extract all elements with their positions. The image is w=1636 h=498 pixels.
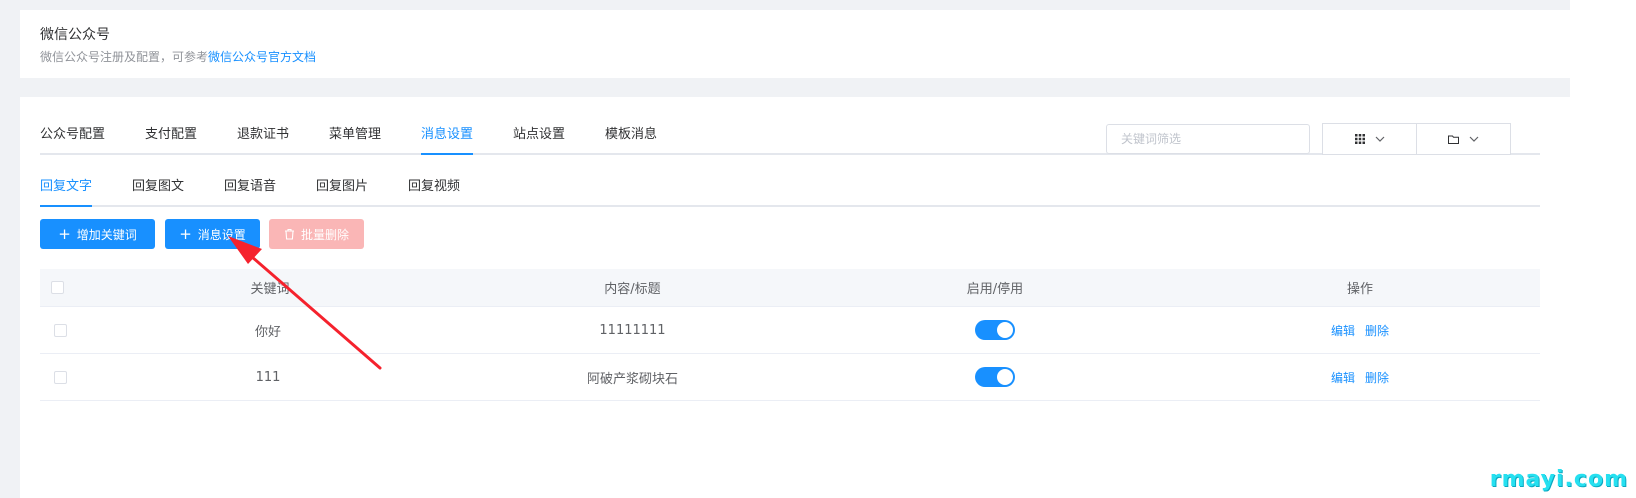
subtab-reply-video[interactable]: 回复视频 [408,175,460,205]
view-dropdown[interactable] [1322,123,1417,155]
edit-link[interactable]: 编辑 [1331,369,1355,386]
row-status [795,354,1195,400]
tab-menu-manage[interactable]: 菜单管理 [329,123,381,153]
table-row: 111 阿破产浆砌块石 编辑 删除 [40,354,1540,401]
folder-icon [1448,135,1459,144]
row-content: 阿破产浆砌块石 [586,371,678,387]
chevron-down-icon [1469,136,1479,142]
header-card: 微信公众号 微信公众号注册及配置，可参考微信公众号官方文档 [20,10,1570,78]
subtab-reply-image[interactable]: 回复图片 [316,175,368,205]
table-header: 关键词 内容/标题 启用/停用 操作 [40,269,1540,307]
trash-icon [284,228,295,240]
enable-switch[interactable] [975,320,1015,340]
main-tabs: 公众号配置 支付配置 退款证书 菜单管理 消息设置 站点设置 模板消息 [40,123,1540,155]
chevron-down-icon [1375,136,1385,142]
table-row: 你好 11111111 编辑 删除 [40,307,1540,354]
grid-icon [1354,134,1365,144]
plus-icon: + [179,224,192,243]
select-all-checkbox[interactable] [50,269,64,306]
tab-message-settings[interactable]: 消息设置 [421,123,474,155]
add-keyword-label: 增加关键词 [76,227,137,242]
row-actions: 编辑 删除 [1195,354,1525,400]
sub-tabs: 回复文字 回复图文 回复语音 回复图片 回复视频 [40,175,1540,207]
tab-template-message[interactable]: 模板消息 [605,123,657,153]
batch-delete-button[interactable]: 批量删除 [269,219,364,249]
subtab-reply-voice[interactable]: 回复语音 [224,175,276,205]
row-keyword: 你好 [254,324,281,340]
subtab-reply-news[interactable]: 回复图文 [132,175,184,205]
column-actions: 操作 [1346,282,1373,297]
tab-account-config[interactable]: 公众号配置 [40,123,105,153]
plus-icon: + [58,224,71,243]
row-keyword: 111 [255,369,281,385]
doc-link[interactable]: 微信公众号官方文档 [208,50,316,64]
column-status: 启用/停用 [966,282,1024,297]
page-edge [1570,0,1636,498]
folder-dropdown[interactable] [1416,123,1511,155]
row-content: 11111111 [599,322,666,338]
row-checkbox[interactable] [53,307,67,353]
tab-payment-config[interactable]: 支付配置 [145,123,197,153]
tab-site-settings[interactable]: 站点设置 [513,123,565,153]
subtab-reply-text[interactable]: 回复文字 [40,175,93,207]
column-content: 内容/标题 [604,282,661,297]
page-description: 微信公众号注册及配置，可参考微信公众号官方文档 [40,48,316,65]
delete-link[interactable]: 删除 [1365,369,1389,386]
add-keyword-button[interactable]: + 增加关键词 [40,219,155,249]
keyword-filter-input[interactable] [1106,124,1310,154]
enable-switch[interactable] [975,367,1015,387]
column-keyword: 关键词 [250,282,290,297]
batch-delete-label: 批量删除 [300,227,349,242]
message-settings-button[interactable]: + 消息设置 [165,219,260,249]
watermark: rmayi.com [1489,467,1628,492]
row-checkbox[interactable] [53,354,67,400]
edit-link[interactable]: 编辑 [1331,322,1355,339]
description-text: 微信公众号注册及配置，可参考 [40,50,209,64]
delete-link[interactable]: 删除 [1365,322,1389,339]
tab-refund-cert[interactable]: 退款证书 [237,123,289,153]
row-actions: 编辑 删除 [1195,307,1525,353]
page-title: 微信公众号 [40,27,110,43]
message-settings-label: 消息设置 [197,227,246,242]
row-status [795,307,1195,353]
